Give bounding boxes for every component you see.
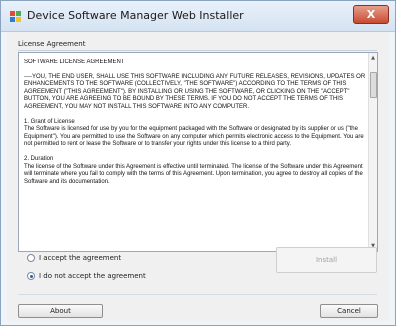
- footer-divider: [18, 294, 377, 295]
- license-heading: SOFTWARE LICENSE AGREEMENT: [24, 59, 125, 65]
- license-intro: ----YOU, THE END USER, SHALL USE THIS SO…: [24, 73, 366, 110]
- title-bar[interactable]: Device Software Manager Web Installer X: [1, 1, 395, 32]
- license-text: SOFTWARE LICENSE AGREEMENT ----YOU, THE …: [24, 59, 372, 249]
- cancel-button[interactable]: Cancel: [320, 304, 378, 318]
- install-button[interactable]: Install: [276, 247, 377, 273]
- decline-label[interactable]: I do not accept the agreement: [39, 272, 146, 280]
- grant-heading: 1. Grant of License: [24, 118, 75, 125]
- section-divider: [18, 50, 377, 51]
- client-area: License Agreement SOFTWARE LICENSE AGREE…: [7, 32, 389, 321]
- accept-label[interactable]: I accept the agreement: [39, 254, 121, 262]
- accept-radio[interactable]: [27, 254, 35, 262]
- about-button[interactable]: About: [18, 304, 103, 318]
- window-title: Device Software Manager Web Installer: [27, 9, 244, 22]
- grant-body: The Software is licensed for use by you …: [24, 126, 364, 148]
- decline-option[interactable]: I do not accept the agreement: [27, 270, 146, 282]
- installer-icon: [10, 11, 21, 22]
- accept-option[interactable]: I accept the agreement: [27, 252, 121, 264]
- license-section-label: License Agreement: [18, 40, 86, 48]
- scroll-thumb[interactable]: [370, 72, 377, 98]
- installer-window: Device Software Manager Web Installer X …: [0, 0, 396, 326]
- scroll-up-arrow-icon[interactable]: ▲: [369, 54, 377, 62]
- decline-radio[interactable]: [27, 272, 35, 280]
- duration-body: The license of the Software under this A…: [24, 163, 363, 185]
- duration-heading: 2. Duration: [24, 155, 54, 162]
- close-button[interactable]: X: [353, 5, 389, 24]
- license-scrollbar[interactable]: ▲ ▼: [368, 53, 377, 251]
- license-text-box[interactable]: SOFTWARE LICENSE AGREEMENT ----YOU, THE …: [18, 52, 378, 252]
